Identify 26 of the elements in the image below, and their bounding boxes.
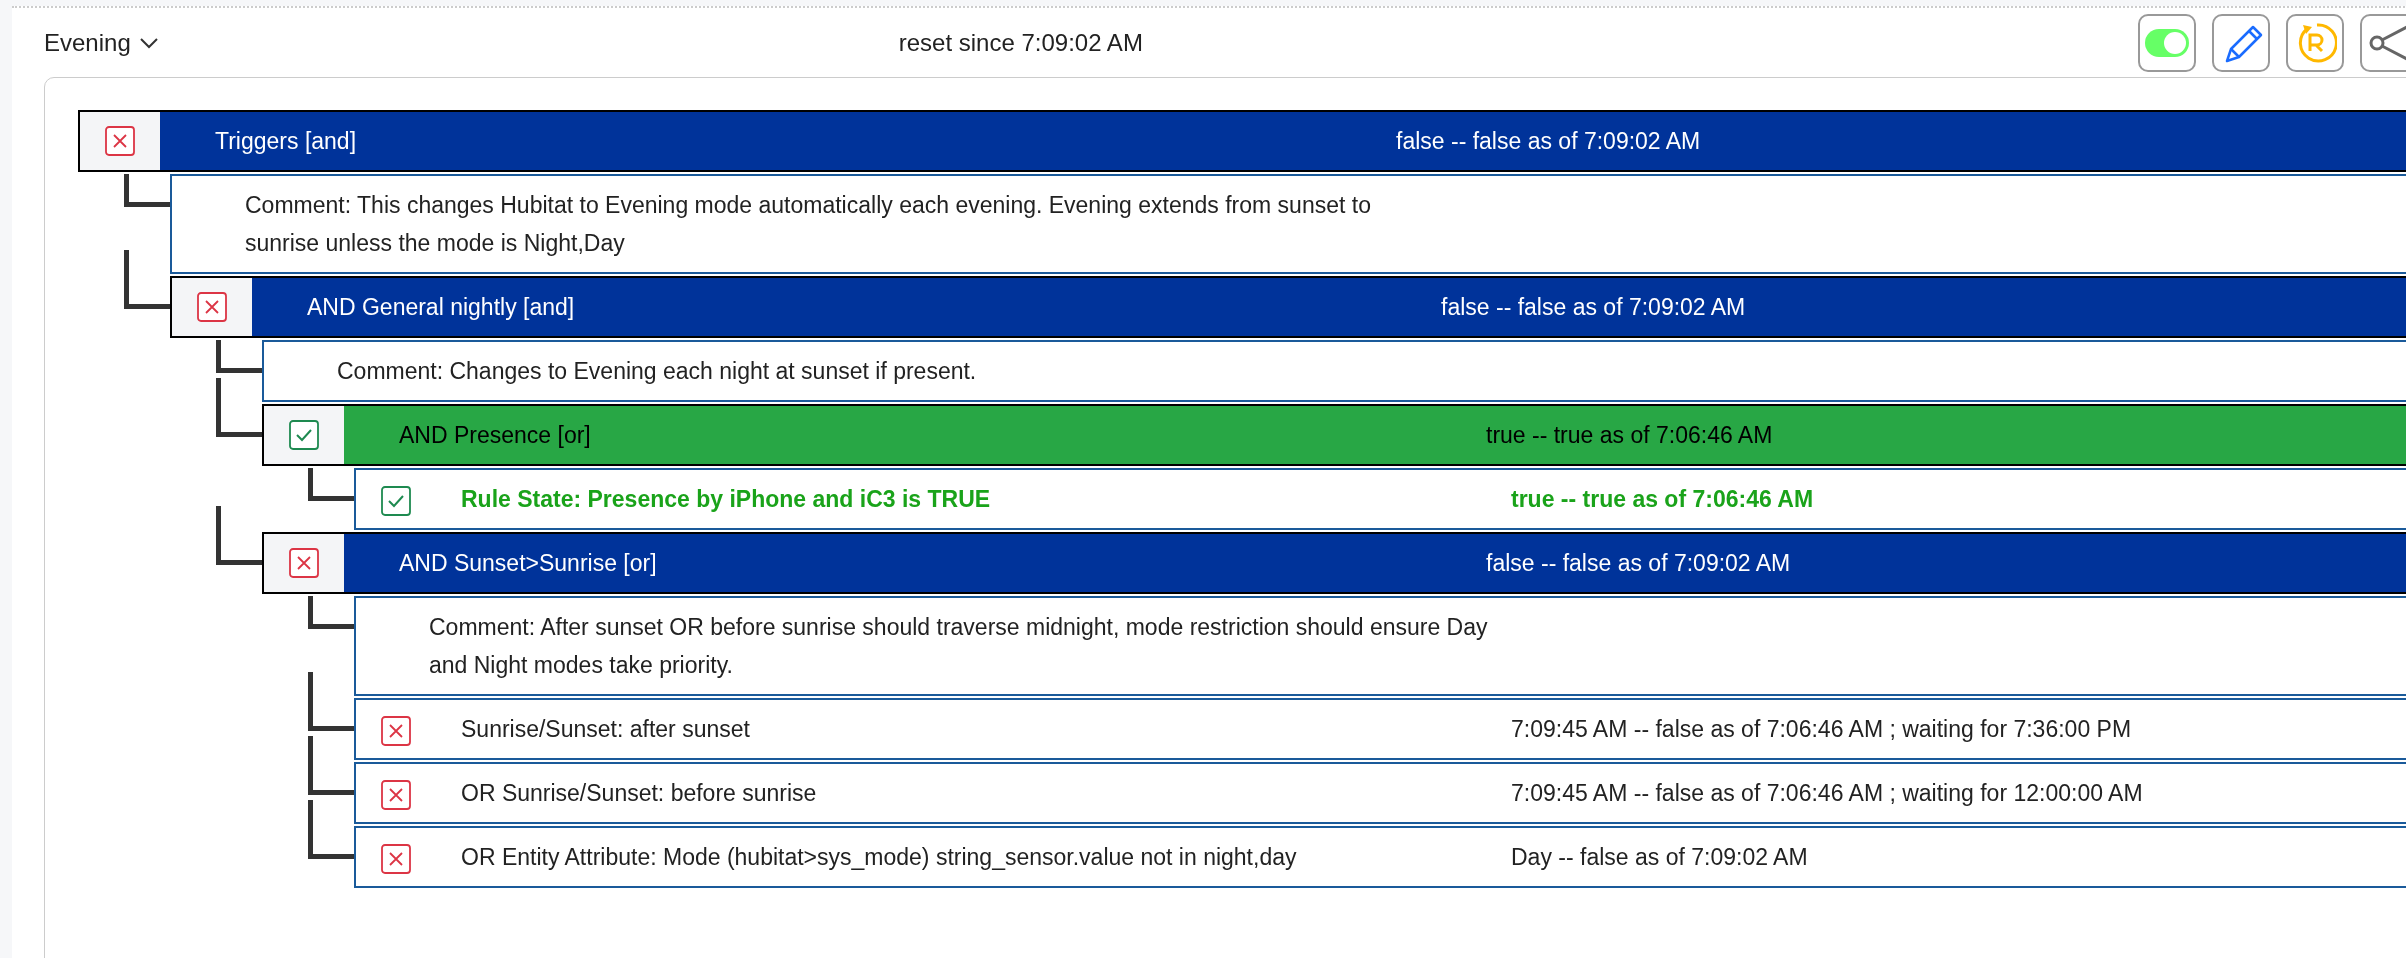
condition-label: OR Sunrise/Sunset: before sunrise — [461, 779, 818, 808]
condition-status: 7:09:45 AM -- false as of 7:06:46 AM ; waiting for 7:36:00 PM — [1511, 715, 2132, 744]
condition-status: 7:09:45 AM -- false as of 7:06:46 AM ; waiting for 12:00:00 AM — [1511, 779, 2143, 808]
group-label: AND General nightly [and] — [307, 293, 576, 322]
condition-status: Day -- false as of 7:09:02 AM — [1511, 843, 1808, 872]
condition-status: true -- true as of 7:06:46 AM — [1511, 485, 1814, 514]
group-label: AND Sunset>Sunrise [or] — [399, 549, 658, 578]
condition-label: Rule State: Presence by iPhone and iC3 is TRUE — [461, 485, 992, 514]
edit-button[interactable] — [2212, 13, 2270, 72]
enable-toggle-button[interactable] — [2138, 13, 2196, 72]
condition-label: OR Entity Attribute: Mode (hubitat>sys_mode) string_sensor.value not in night,day — [461, 843, 1298, 872]
comment-text: Comment: This changes Hubitat to Evening mode automatically each evening. Evening extends from sunset to sunrise unless the mode is Night,Day — [245, 191, 1372, 258]
group-label: AND Presence [or] — [399, 421, 592, 450]
group-status: false -- false as of 7:09:02 AM — [1486, 549, 1791, 578]
group-status: false -- false as of 7:09:02 AM — [1441, 293, 1746, 322]
chevron-down-icon — [138, 36, 159, 49]
condition-label: Sunrise/Sunset: after sunset — [461, 715, 751, 744]
comment-text: Comment: After sunset OR before sunrise should traverse midnight, mode restriction should ensure Day and Night modes take priority. — [429, 613, 1489, 680]
group-label: Triggers [and] — [215, 127, 358, 156]
mode-dropdown[interactable]: Evening — [44, 28, 159, 57]
comment-text: Comment: Changes to Evening each night at sunset if present. — [337, 357, 978, 386]
reset-status-text: reset since 7:09:02 AM — [898, 28, 1143, 57]
reset-button[interactable] — [2286, 13, 2344, 72]
share-button[interactable] — [2360, 13, 2406, 72]
group-status: false -- false as of 7:09:02 AM — [1396, 127, 1701, 156]
group-status: true -- true as of 7:06:46 AM — [1486, 421, 1773, 450]
